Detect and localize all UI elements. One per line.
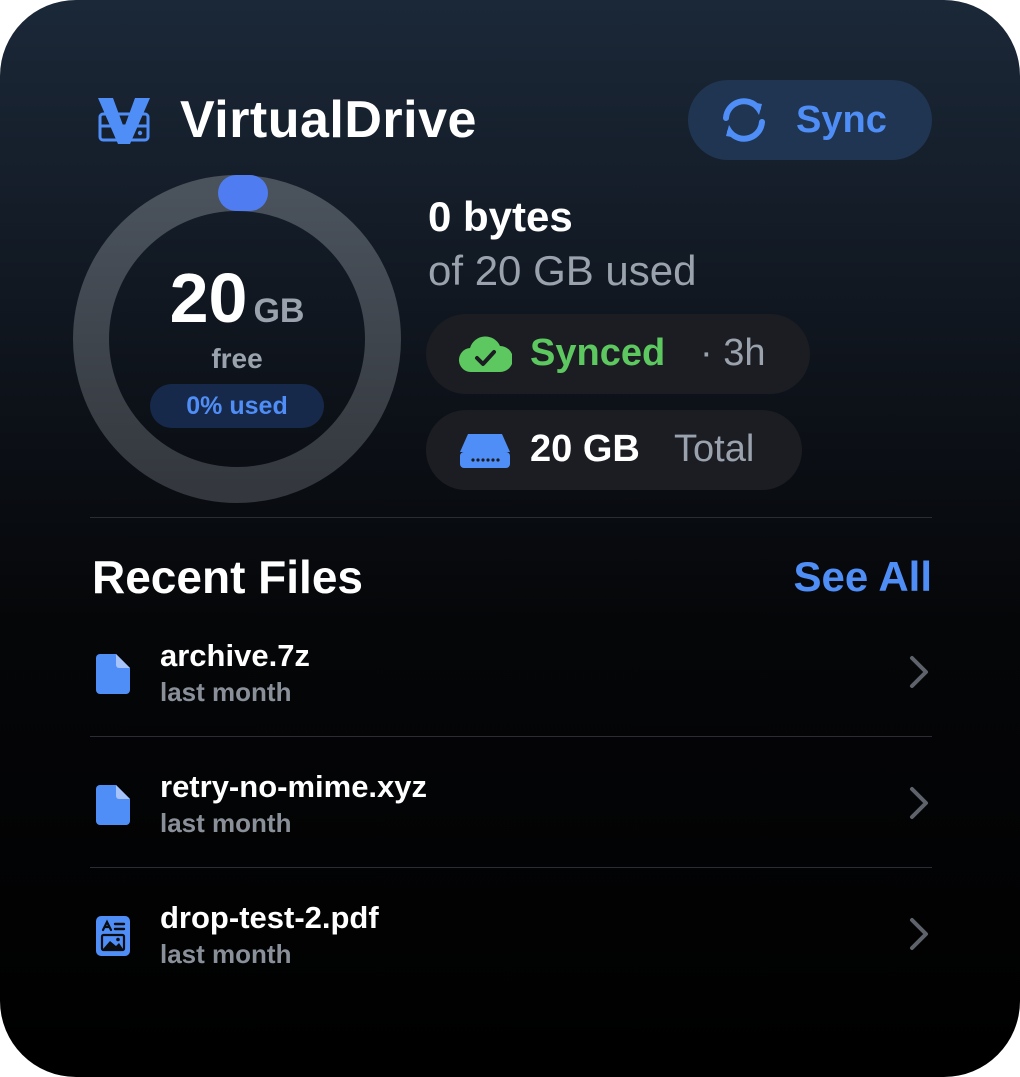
sync-button[interactable]: Sync	[688, 80, 932, 160]
sync-status-time: · 3h	[700, 332, 766, 374]
free-label: free	[211, 343, 263, 374]
file-row-retry-no-mime[interactable]: retry-no-mime.xyz last month	[90, 763, 932, 894]
hard-drive-icon	[460, 434, 510, 468]
sync-status-pill: Synced · 3h	[426, 314, 810, 394]
recent-files-title: Recent Files	[92, 551, 363, 603]
total-capacity-pill: 20 GB Total	[426, 410, 802, 490]
free-space-unit: GB	[253, 292, 305, 330]
chevron-right-icon	[910, 918, 928, 950]
sync-status-label: Synced	[530, 332, 666, 374]
sync-arrows-icon	[723, 98, 765, 142]
used-amount: 0 bytes	[428, 193, 573, 240]
file-date: last month	[160, 677, 292, 707]
file-name: archive.7z	[160, 638, 310, 673]
file-name: retry-no-mime.xyz	[160, 769, 428, 804]
chevron-right-icon	[910, 787, 928, 819]
document-icon	[96, 654, 130, 694]
used-percent-badge: 0% used	[150, 384, 324, 428]
file-row-archive[interactable]: archive.7z last month	[90, 632, 932, 763]
used-of-total: of 20 GB used	[428, 247, 697, 294]
chevron-right-icon	[910, 656, 928, 688]
row-divider	[90, 736, 932, 737]
app-title: VirtualDrive	[180, 91, 477, 149]
free-space-value: 20	[169, 259, 248, 337]
virtual-drive-logo-icon	[98, 98, 150, 144]
cloud-check-icon	[459, 336, 512, 373]
total-capacity-value: 20 GB	[530, 428, 640, 470]
file-row-drop-test-pdf[interactable]: drop-test-2.pdf last month	[90, 894, 932, 1025]
see-all-link[interactable]: See All	[793, 550, 932, 604]
free-space-readout: 20 GB	[72, 258, 402, 338]
storage-ring-track	[73, 175, 401, 503]
sync-button-label: Sync	[796, 99, 887, 141]
file-date: last month	[160, 808, 292, 838]
row-divider	[90, 867, 932, 868]
pdf-document-icon	[96, 916, 130, 956]
storage-ring-indicator	[218, 175, 268, 211]
virtual-drive-widget: VirtualDrive Sync 20 GB free 0% used 0 by…	[0, 0, 1020, 1077]
storage-ring	[73, 175, 401, 503]
file-date: last month	[160, 939, 292, 969]
document-icon	[96, 785, 130, 825]
section-divider	[90, 517, 932, 518]
total-capacity-label: Total	[674, 428, 755, 470]
file-name: drop-test-2.pdf	[160, 900, 379, 935]
